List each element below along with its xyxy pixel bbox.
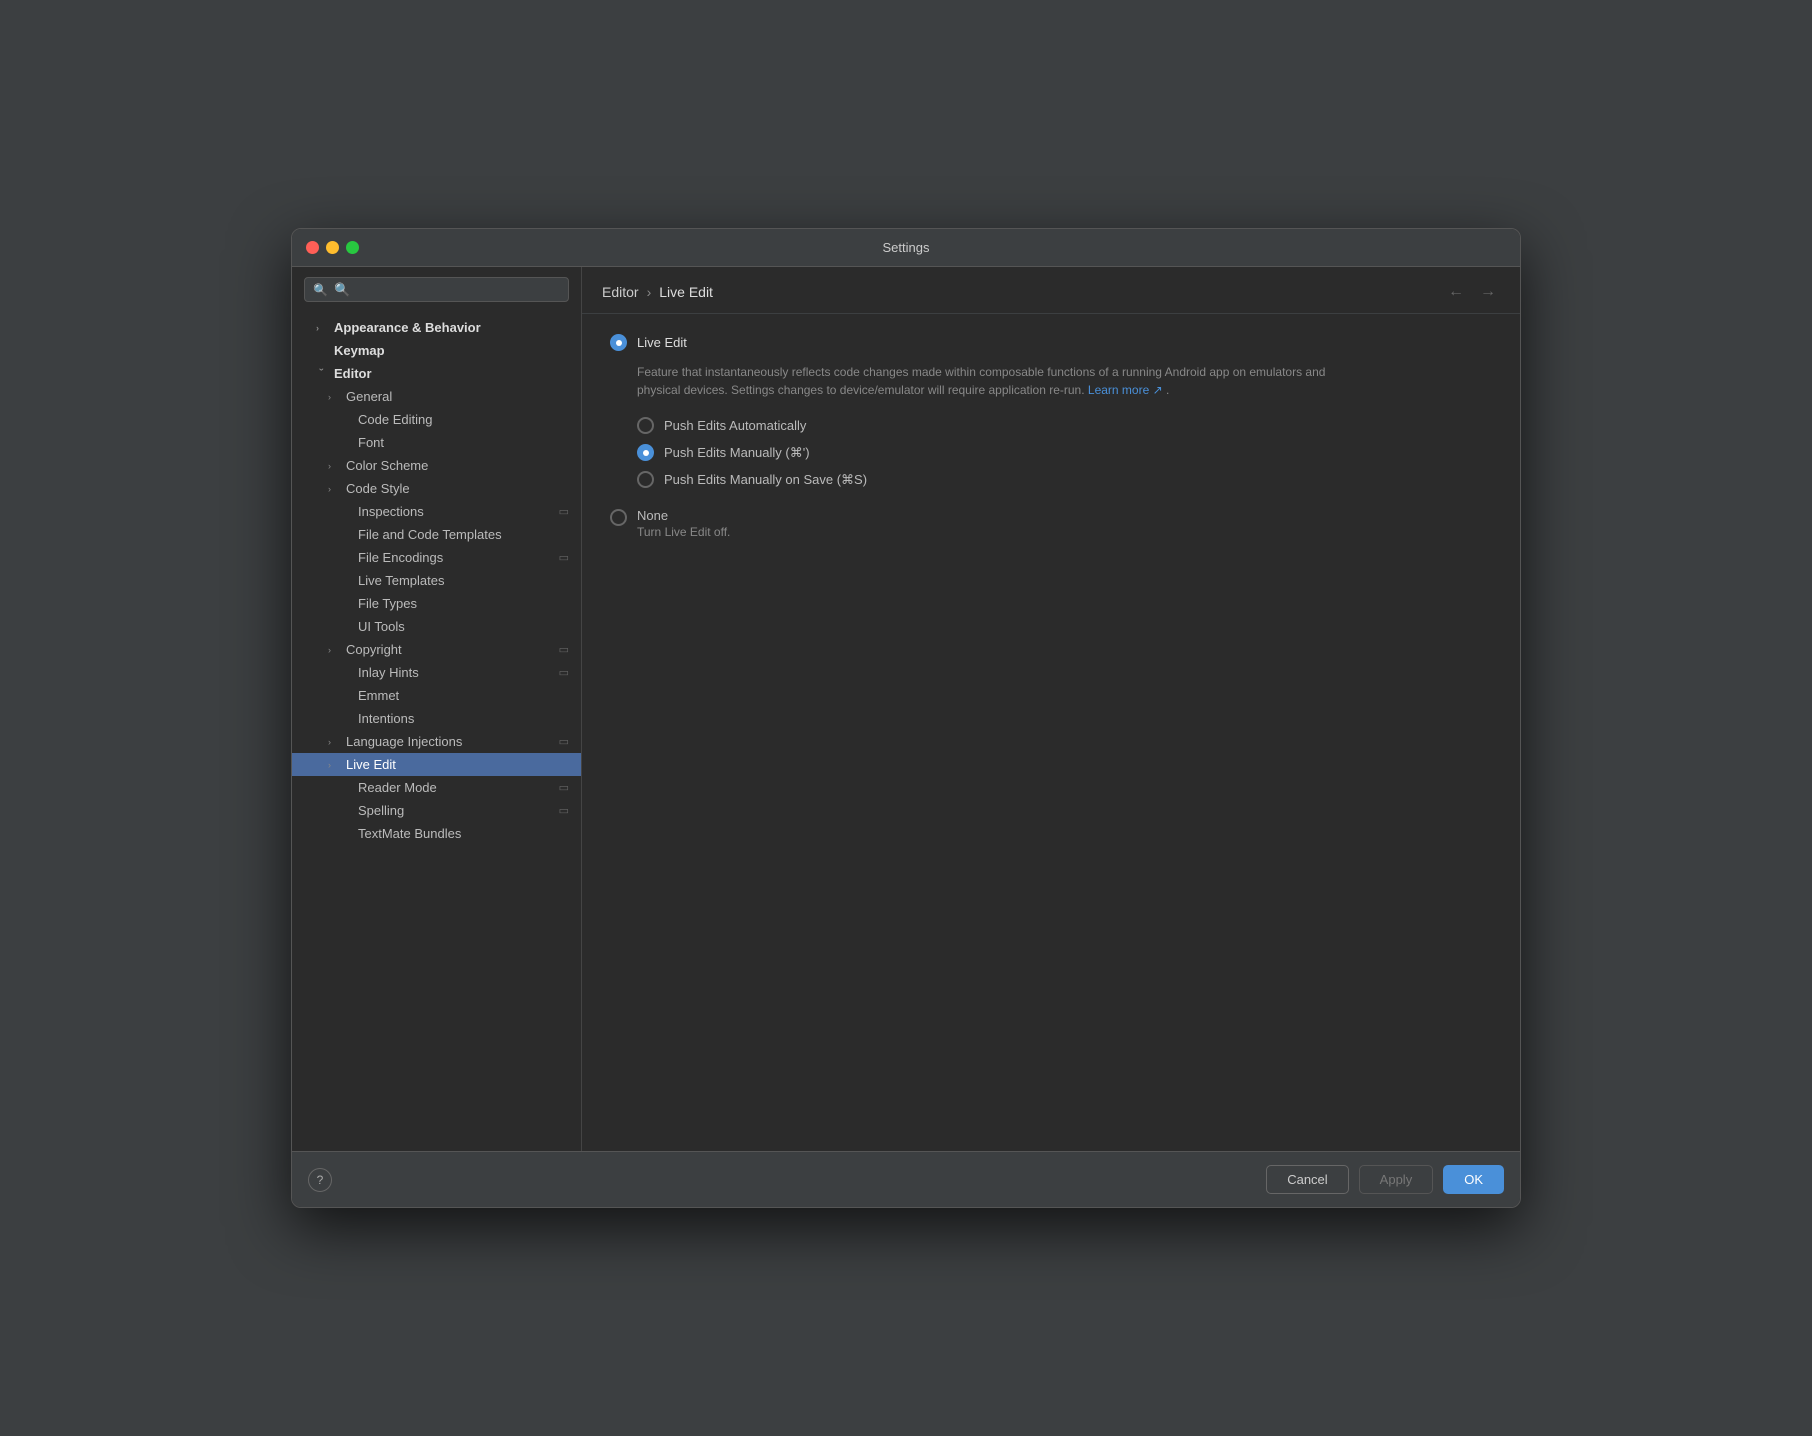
sidebar: 🔍 › Appearance & Behavior › Keymap › Edi… (292, 267, 582, 1151)
chevron-right-icon: › (328, 392, 340, 402)
none-content: None Turn Live Edit off. (637, 508, 730, 539)
push-auto-label: Push Edits Automatically (664, 418, 806, 433)
sidebar-item-intentions[interactable]: › Intentions (292, 707, 581, 730)
lang-injections-badge: ▭ (559, 735, 569, 748)
none-section: None Turn Live Edit off. (610, 508, 1492, 539)
content-header: Editor › Live Edit ← → (582, 267, 1520, 314)
live-edit-section: Live Edit (610, 334, 1492, 351)
live-edit-radio[interactable] (610, 334, 627, 351)
push-on-save-label: Push Edits Manually on Save (⌘S) (664, 472, 867, 488)
none-desc: Turn Live Edit off. (637, 525, 730, 539)
help-button[interactable]: ? (308, 1168, 332, 1192)
main-content: 🔍 › Appearance & Behavior › Keymap › Edi… (292, 267, 1520, 1151)
sidebar-item-file-encodings[interactable]: › File Encodings ▭ (292, 546, 581, 569)
chevron-right-icon: › (328, 484, 340, 494)
none-radio[interactable] (610, 509, 627, 526)
sidebar-items: › Appearance & Behavior › Keymap › Edito… (292, 312, 581, 849)
search-box[interactable]: 🔍 (304, 277, 569, 302)
options-group: Push Edits Automatically Push Edits Manu… (637, 417, 1492, 488)
titlebar: Settings (292, 229, 1520, 267)
live-edit-description: Feature that instantaneously reflects co… (637, 363, 1337, 399)
sidebar-item-inspections[interactable]: › Inspections ▭ (292, 500, 581, 523)
sidebar-item-copyright[interactable]: › Copyright ▭ (292, 638, 581, 661)
push-manually-label: Push Edits Manually (⌘') (664, 445, 810, 461)
sidebar-item-font[interactable]: › Font (292, 431, 581, 454)
chevron-right-icon: › (316, 323, 328, 333)
footer: ? Cancel Apply OK (292, 1151, 1520, 1207)
reader-mode-badge: ▭ (559, 781, 569, 794)
nav-buttons: ← → (1444, 281, 1500, 303)
inlay-hints-badge: ▭ (559, 666, 569, 679)
sidebar-item-code-style[interactable]: › Code Style (292, 477, 581, 500)
breadcrumb-parent: Editor (602, 284, 639, 300)
maximize-button[interactable] (346, 241, 359, 254)
sidebar-item-reader-mode[interactable]: › Reader Mode ▭ (292, 776, 581, 799)
chevron-right-icon: › (328, 461, 340, 471)
chevron-right-icon: › (328, 737, 340, 747)
push-manually-radio[interactable] (637, 444, 654, 461)
nav-back-button[interactable]: ← (1444, 281, 1468, 303)
breadcrumb-separator: › (647, 284, 652, 300)
search-input[interactable] (334, 282, 560, 297)
live-edit-label: Live Edit (637, 335, 687, 350)
sidebar-item-general[interactable]: › General (292, 385, 581, 408)
content-body: Live Edit Feature that instantaneously r… (582, 314, 1520, 1151)
window-title: Settings (883, 240, 930, 255)
sidebar-item-code-editing[interactable]: › Code Editing (292, 408, 581, 431)
inspections-badge: ▭ (559, 505, 569, 518)
cancel-button[interactable]: Cancel (1266, 1165, 1348, 1194)
search-icon: 🔍 (313, 283, 328, 297)
sidebar-item-language-injections[interactable]: › Language Injections ▭ (292, 730, 581, 753)
option-push-manually: Push Edits Manually (⌘') (637, 444, 1492, 461)
close-button[interactable] (306, 241, 319, 254)
sidebar-item-file-types[interactable]: › File Types (292, 592, 581, 615)
file-encodings-badge: ▭ (559, 551, 569, 564)
sidebar-item-textmate-bundles[interactable]: › TextMate Bundles (292, 822, 581, 845)
sidebar-item-inlay-hints[interactable]: › Inlay Hints ▭ (292, 661, 581, 684)
breadcrumb-current: Live Edit (659, 284, 713, 300)
apply-button[interactable]: Apply (1359, 1165, 1434, 1194)
sidebar-item-emmet[interactable]: › Emmet (292, 684, 581, 707)
copyright-badge: ▭ (559, 643, 569, 656)
sidebar-item-editor[interactable]: › Editor (292, 362, 581, 385)
sidebar-item-ui-tools[interactable]: › UI Tools (292, 615, 581, 638)
chevron-right-icon: › (328, 645, 340, 655)
footer-left: ? (308, 1168, 332, 1192)
settings-window: Settings 🔍 › Appearance & Behavior › Key… (291, 228, 1521, 1208)
option-push-on-save: Push Edits Manually on Save (⌘S) (637, 471, 1492, 488)
chevron-down-icon: › (317, 368, 327, 380)
learn-more-link[interactable]: Learn more ↗ (1088, 383, 1163, 397)
sidebar-item-live-edit[interactable]: › Live Edit (292, 753, 581, 776)
nav-forward-button[interactable]: → (1476, 281, 1500, 303)
push-auto-radio[interactable] (637, 417, 654, 434)
breadcrumb: Editor › Live Edit (602, 284, 713, 300)
traffic-lights (306, 241, 359, 254)
sidebar-item-color-scheme[interactable]: › Color Scheme (292, 454, 581, 477)
sidebar-item-keymap[interactable]: › Keymap (292, 339, 581, 362)
footer-right: Cancel Apply OK (1266, 1165, 1504, 1194)
sidebar-item-spelling[interactable]: › Spelling ▭ (292, 799, 581, 822)
content-area: Editor › Live Edit ← → Live Edit Feature (582, 267, 1520, 1151)
ok-button[interactable]: OK (1443, 1165, 1504, 1194)
none-label: None (637, 508, 730, 523)
minimize-button[interactable] (326, 241, 339, 254)
option-push-auto: Push Edits Automatically (637, 417, 1492, 434)
chevron-right-icon: › (328, 760, 340, 770)
spelling-badge: ▭ (559, 804, 569, 817)
sidebar-item-appearance[interactable]: › Appearance & Behavior (292, 316, 581, 339)
push-on-save-radio[interactable] (637, 471, 654, 488)
sidebar-item-file-code-templates[interactable]: › File and Code Templates (292, 523, 581, 546)
sidebar-item-live-templates[interactable]: › Live Templates (292, 569, 581, 592)
